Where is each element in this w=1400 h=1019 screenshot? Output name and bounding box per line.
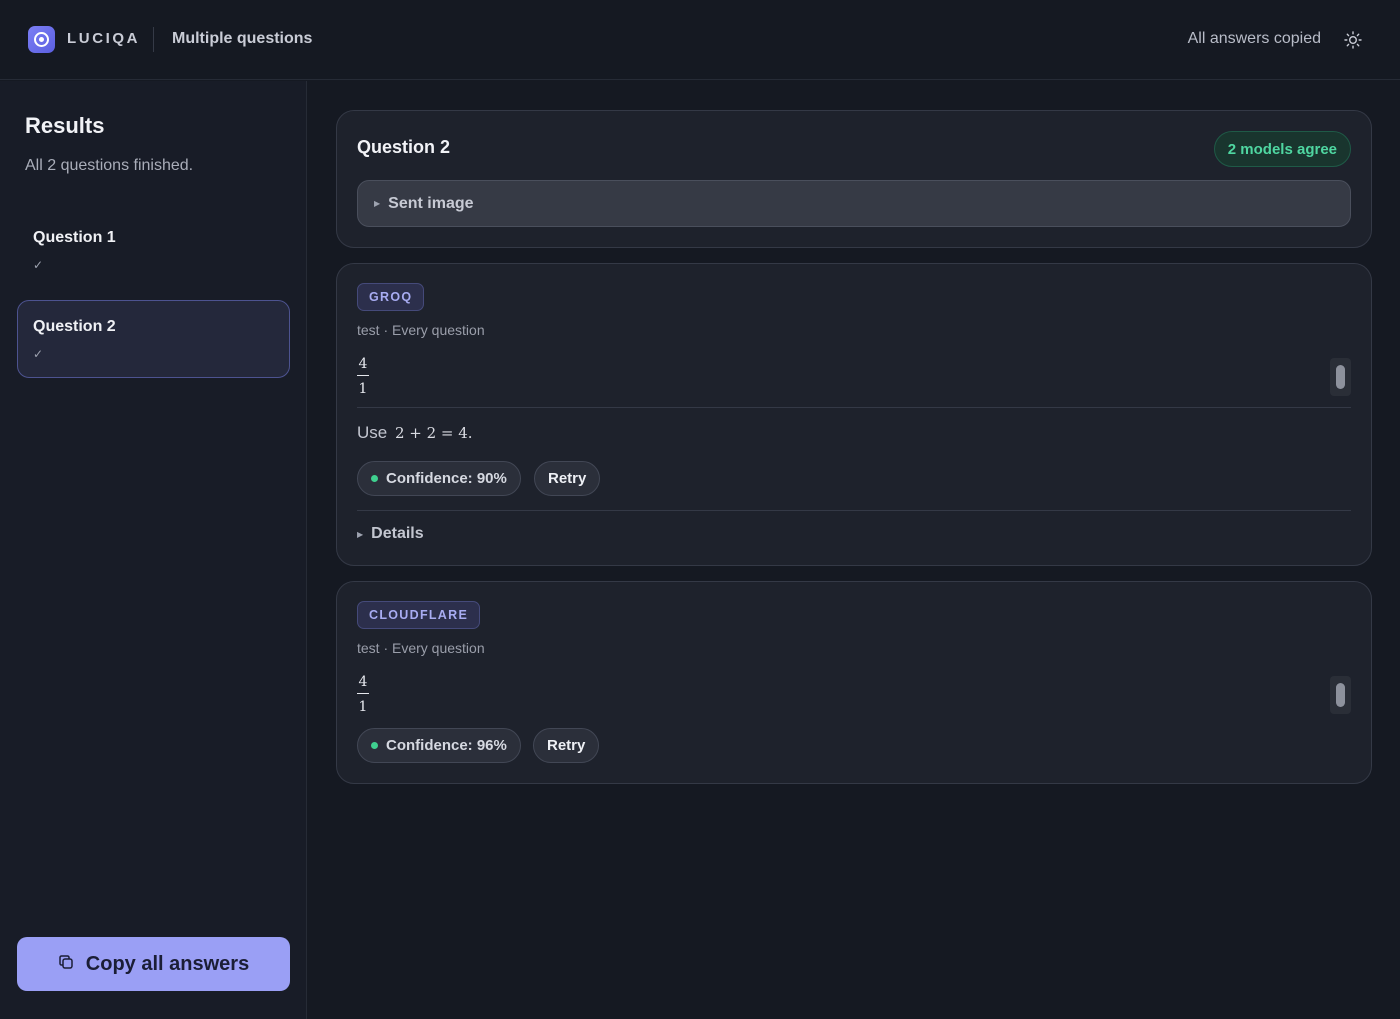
provider-badge: CLOUDFLARE xyxy=(357,601,481,629)
answer-fraction: 4 1 xyxy=(357,355,369,398)
status-dot-icon xyxy=(371,475,378,482)
copy-icon xyxy=(58,954,74,975)
divider xyxy=(357,407,1351,408)
status-dot-icon xyxy=(371,742,378,749)
fraction-denominator: 1 xyxy=(358,699,368,715)
mode-title: Multiple questions xyxy=(172,30,313,47)
retry-button[interactable]: Retry xyxy=(534,461,601,496)
answer-scrollbar[interactable] xyxy=(1330,676,1351,714)
confidence-badge: Confidence: 96% xyxy=(357,728,521,763)
answer-meta: test · Every question xyxy=(357,640,485,656)
divider xyxy=(357,510,1351,511)
sun-icon[interactable] xyxy=(1341,28,1365,52)
answer-scrollbar[interactable] xyxy=(1330,358,1351,396)
confidence-label: Confidence: 96% xyxy=(386,737,507,754)
answer-card-cloudflare: CLOUDFLARE test · Every question 4 1 Con… xyxy=(336,581,1372,784)
copy-status-text: All answers copied xyxy=(1187,30,1321,47)
answer-meta: test · Every question xyxy=(357,322,485,338)
sent-image-toggle[interactable]: ▶ Sent image xyxy=(357,180,1351,227)
confidence-badge: Confidence: 90% xyxy=(357,461,521,496)
answer-card-groq: GROQ test · Every question 4 1 Use 2 + 2… xyxy=(336,263,1372,566)
top-bar: LUCIQA Multiple questions All answers co… xyxy=(0,0,1400,80)
details-label: Details xyxy=(371,525,424,542)
details-toggle[interactable]: ▶ Details xyxy=(357,525,424,543)
provider-badge: GROQ xyxy=(357,283,425,311)
question-card: Question 2 2 models agree ▶ Sent image xyxy=(336,110,1372,248)
header-divider xyxy=(153,27,154,52)
sidebar-item-label: Question 2 xyxy=(33,318,116,335)
caret-right-icon: ▶ xyxy=(374,199,381,208)
copy-all-label: Copy all answers xyxy=(85,952,250,975)
fraction-numerator: 4 xyxy=(358,674,368,690)
retry-button[interactable]: Retry xyxy=(533,728,600,763)
sidebar-item-question-2[interactable]: Question 2 ✓ xyxy=(17,300,290,378)
explanation-math: 2 + 2 = 4. xyxy=(394,424,473,442)
logo-icon xyxy=(28,26,55,53)
explanation-text: Use xyxy=(357,423,388,442)
results-subtitle: All 2 questions finished. xyxy=(25,157,194,174)
answer-explanation: Use 2 + 2 = 4. xyxy=(357,423,473,443)
copy-all-answers-button[interactable]: Copy all answers xyxy=(17,937,290,991)
check-icon: ✓ xyxy=(33,347,44,361)
sidebar: Results All 2 questions finished. Questi… xyxy=(0,81,307,1019)
check-icon: ✓ xyxy=(33,258,44,272)
results-title: Results xyxy=(25,113,105,138)
agreement-badge: 2 models agree xyxy=(1213,131,1351,167)
question-title: Question 2 xyxy=(357,137,451,157)
fraction-denominator: 1 xyxy=(358,381,368,397)
fraction-numerator: 4 xyxy=(358,356,368,372)
brand-name: LUCIQA xyxy=(67,30,141,47)
answer-fraction: 4 1 xyxy=(357,673,369,716)
sidebar-item-label: Question 1 xyxy=(33,229,116,246)
sidebar-item-question-1[interactable]: Question 1 ✓ xyxy=(17,211,290,289)
sent-image-label: Sent image xyxy=(388,194,474,212)
confidence-label: Confidence: 90% xyxy=(386,470,507,487)
caret-right-icon: ▶ xyxy=(357,529,364,539)
